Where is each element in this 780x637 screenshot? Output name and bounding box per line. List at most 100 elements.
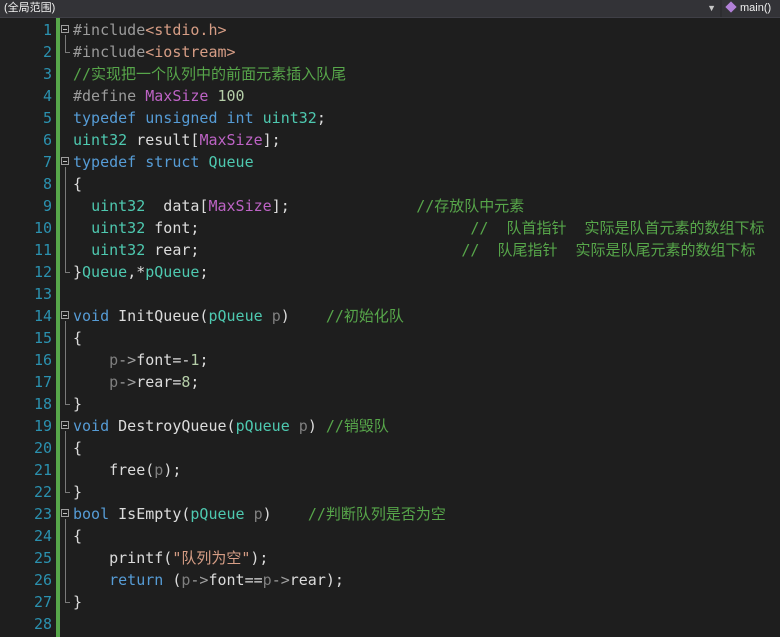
code-token: data[ <box>145 197 209 215</box>
scope-dropdown[interactable]: (全局范围) ▼ <box>0 0 720 17</box>
code-token: //存放队中元素 <box>416 197 525 215</box>
code-token: { <box>73 439 83 457</box>
line-number: 22 <box>33 483 52 501</box>
outline-guide <box>65 519 66 602</box>
code-line[interactable]: 13 <box>0 283 780 305</box>
code-line[interactable]: 27} <box>0 591 780 613</box>
code-token: <stdio.h> <box>145 21 227 39</box>
method-icon <box>725 1 737 13</box>
code-line[interactable]: 28 <box>0 613 780 635</box>
code-text: p->font=-1; <box>73 349 208 371</box>
code-token: uint32 <box>262 109 317 127</box>
code-token: rear); <box>289 571 344 589</box>
line-number: 26 <box>33 571 52 589</box>
code-line[interactable]: 24 { <box>0 525 780 547</box>
outline-guide-end <box>65 602 70 603</box>
code-line[interactable]: 22} <box>0 481 780 503</box>
code-line[interactable]: 23 bool IsEmpty(pQueue p) //判断队列是否为空 <box>0 503 780 525</box>
code-token: p <box>253 505 263 523</box>
code-line[interactable]: 26 return (p->font==p->rear); <box>0 569 780 591</box>
code-token: unsigned <box>145 109 218 127</box>
code-text: uint32 font; // 队首指针 实际是队首元素的数组下标 <box>73 217 764 239</box>
code-token: } <box>73 395 83 413</box>
code-text: #include<stdio.h> <box>73 19 227 41</box>
code-line[interactable]: 10 uint32 font; // 队首指针 实际是队首元素的数组下标 <box>0 217 780 239</box>
code-token: uint32 <box>91 241 146 259</box>
code-line[interactable]: 20 { <box>0 437 780 459</box>
member-dropdown[interactable]: main() <box>722 0 780 17</box>
code-text: uint32 rear; // 队尾指针 实际是队尾元素的数组下标 <box>73 239 755 261</box>
collapse-toggle-icon[interactable] <box>61 509 69 517</box>
code-line[interactable]: 25 printf("队列为空"); <box>0 547 780 569</box>
code-text: uint32 result[MaxSize]; <box>73 129 281 151</box>
code-line[interactable]: 1 #include<stdio.h> <box>0 19 780 41</box>
code-text: printf("队列为空"); <box>73 547 268 569</box>
code-token: ( <box>163 571 182 589</box>
code-token: //判断队列是否为空 <box>307 505 446 523</box>
line-number: 13 <box>33 285 52 303</box>
code-editor[interactable]: 1 #include<stdio.h> 2 #include<iostream> 3//… <box>0 18 780 637</box>
code-line[interactable]: 6 uint32 result[MaxSize]; <box>0 129 780 151</box>
code-token: uint32 <box>73 131 128 149</box>
line-number: 17 <box>33 373 52 391</box>
code-text: return (p->font==p->rear); <box>73 569 344 591</box>
line-number: 9 <box>42 197 52 215</box>
line-number: 14 <box>33 307 52 325</box>
code-text: } <box>73 481 82 503</box>
code-token: return <box>109 571 164 589</box>
code-token: ); <box>163 461 182 479</box>
code-line[interactable]: 4 #define MaxSize 100 <box>0 85 780 107</box>
line-number: 16 <box>33 351 52 369</box>
code-line[interactable]: 5 typedef unsigned int uint32; <box>0 107 780 129</box>
code-text: typedef struct Queue <box>73 151 254 173</box>
code-token: pQueue <box>145 263 200 281</box>
code-line[interactable]: 11 uint32 rear; // 队尾指针 实际是队尾元素的数组下标 <box>0 239 780 261</box>
line-number: 1 <box>42 21 52 39</box>
code-text: } <box>73 393 82 415</box>
code-line[interactable]: 8{ <box>0 173 780 195</box>
code-line[interactable]: 16 p->font=-1; <box>0 349 780 371</box>
code-token: font=- <box>136 351 191 369</box>
code-line[interactable]: 17 p->rear=8; <box>0 371 780 393</box>
code-token: //实现把一个队列中的前面元素插入队尾 <box>73 65 347 83</box>
code-line[interactable]: 21 free(p); <box>0 459 780 481</box>
collapse-toggle-icon[interactable] <box>61 25 69 33</box>
collapse-toggle-icon[interactable] <box>61 421 69 429</box>
code-line[interactable]: 2 #include<iostream> <box>0 41 780 63</box>
code-token: p <box>271 307 281 325</box>
code-token: #include <box>73 43 146 61</box>
member-dropdown-label: main() <box>740 2 772 14</box>
line-number: 28 <box>33 615 52 633</box>
code-line[interactable]: 18} <box>0 393 780 415</box>
code-text: uint32 data[MaxSize]; //存放队中元素 <box>73 195 524 217</box>
code-token: DestroyQueue( <box>109 417 236 435</box>
code-line[interactable]: 9 uint32 data[MaxSize]; //存放队中元素 <box>0 195 780 217</box>
code-line[interactable]: 7 typedef struct Queue <box>0 151 780 173</box>
chevron-down-icon[interactable]: ▼ <box>707 0 716 17</box>
scope-dropdown-label: (全局范围) <box>4 2 56 14</box>
collapse-toggle-icon[interactable] <box>61 311 69 319</box>
code-line[interactable]: 19 void DestroyQueue(pQueue p) //销毁队 <box>0 415 780 437</box>
line-number: 15 <box>33 329 52 347</box>
code-text: } <box>73 591 82 613</box>
line-number: 20 <box>33 439 52 457</box>
code-line[interactable]: 3 //实现把一个队列中的前面元素插入队尾 <box>0 63 780 85</box>
code-line[interactable]: 15 { <box>0 327 780 349</box>
code-token: 100 <box>217 87 245 105</box>
code-token: rear= <box>136 373 182 391</box>
line-number: 23 <box>33 505 52 523</box>
line-number: 11 <box>33 241 52 259</box>
outline-guide-end <box>65 492 70 493</box>
code-line[interactable]: 12}Queue,*pQueue; <box>0 261 780 283</box>
code-text: void DestroyQueue(pQueue p) //销毁队 <box>73 415 389 437</box>
code-token: pQueue <box>208 307 263 325</box>
code-line[interactable]: 14 void InitQueue(pQueue p) //初始化队 <box>0 305 780 327</box>
code-token: } <box>73 593 83 611</box>
collapse-toggle-icon[interactable] <box>61 157 69 165</box>
